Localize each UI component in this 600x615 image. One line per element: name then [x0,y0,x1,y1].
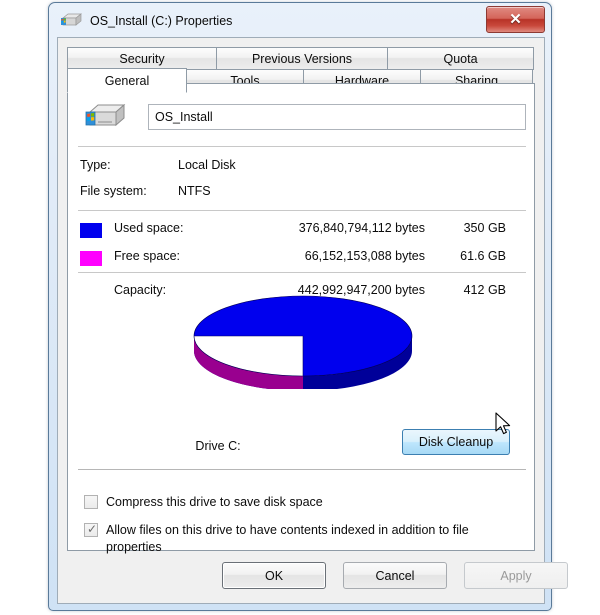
index-contents-label: Allow files on this drive to have conten… [106,523,469,554]
volume-label-input[interactable] [148,104,526,130]
divider-space [78,210,526,211]
properties-window: OS_Install (C:) Properties ✕ Security Pr… [48,2,568,611]
free-space-swatch [80,251,102,266]
drive-caption: Drive C: [195,439,241,453]
used-space-row: Used space: 376,840,794,112 bytes 350 GB [80,220,516,240]
capacity-size: 412 GB [463,283,506,297]
tab-row-top: Security Previous Versions Quota [67,47,535,70]
tab-security[interactable]: Security [67,47,217,70]
general-tab-panel: Type: Local Disk File system: NTFS Used … [67,83,535,554]
compress-drive-label: Compress this drive to save disk space [106,495,323,509]
disk-cleanup-button[interactable]: Disk Cleanup [402,429,510,455]
cancel-button[interactable]: Cancel [343,562,447,589]
filesystem-value: NTFS [178,184,211,198]
free-space-row: Free space: 66,152,153,088 bytes 61.6 GB [80,248,516,268]
dialog-body: Security Previous Versions Quota General… [57,37,568,604]
type-value: Local Disk [178,158,236,172]
divider-top [78,146,526,147]
compress-drive-checkbox[interactable] [84,495,98,509]
tab-quota[interactable]: Quota [387,47,534,70]
hard-drive-icon [84,101,126,133]
close-icon: ✕ [509,11,522,28]
used-space-size: 350 GB [463,221,506,235]
tab-previous-versions[interactable]: Previous Versions [216,47,388,70]
free-space-size: 61.6 GB [460,249,506,263]
type-label: Type: [80,158,111,172]
disk-usage-pie-chart [188,289,418,391]
close-button[interactable]: ✕ [486,6,545,33]
free-space-label: Free space: [114,249,181,263]
capacity-label: Capacity: [114,283,167,297]
used-space-label: Used space: [114,221,184,235]
divider-options [78,469,526,470]
used-space-bytes: 376,840,794,112 bytes [298,221,425,235]
filesystem-label: File system: [80,184,147,198]
free-space-bytes: 66,152,153,088 bytes [304,249,425,263]
window-title: OS_Install (C:) Properties [90,14,233,28]
volume-label-row [78,98,526,136]
checkmark-icon: ✓ [87,522,98,536]
used-space-swatch [80,223,102,238]
divider-capacity [78,272,526,273]
index-contents-checkbox[interactable]: ✓ [84,522,98,537]
hard-drive-icon [60,12,82,30]
ok-button[interactable]: OK [222,562,326,589]
tab-general[interactable]: General [67,68,187,93]
apply-button: Apply [464,562,568,589]
title-bar: OS_Install (C:) Properties ✕ [49,3,551,39]
